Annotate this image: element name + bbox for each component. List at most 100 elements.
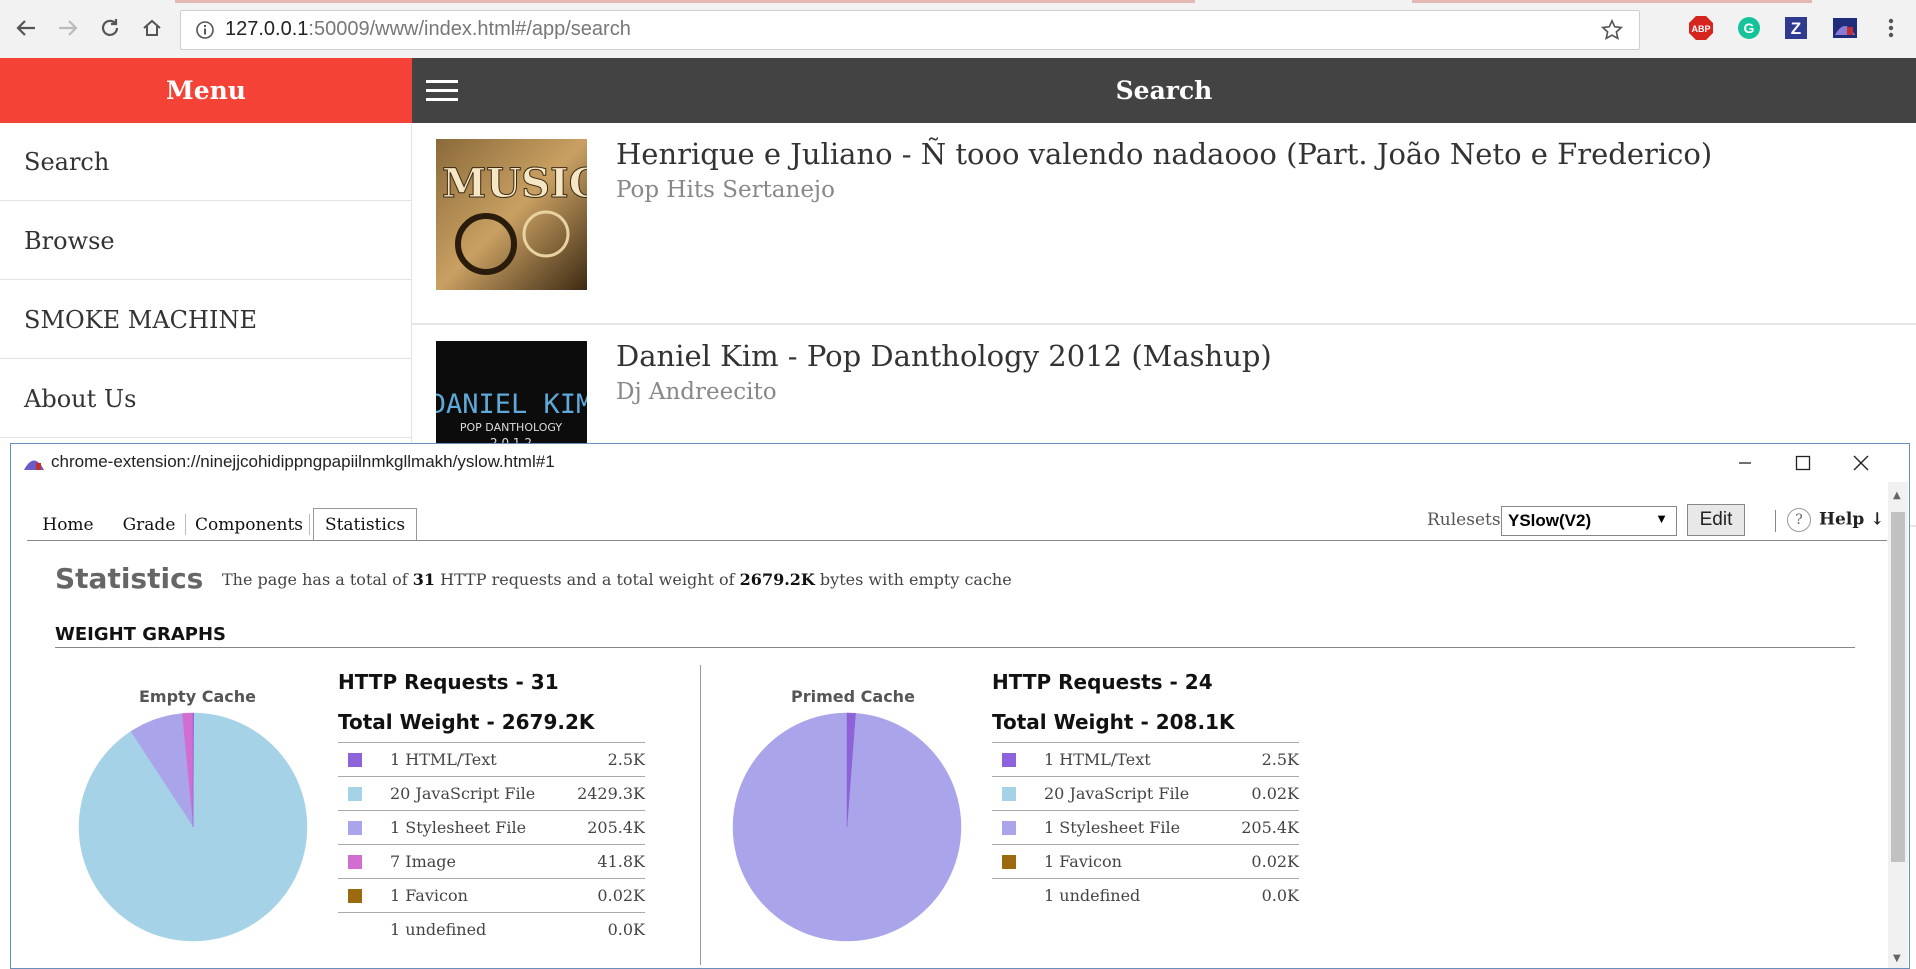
statistics-summary: The page has a total of 31 HTTP requests… — [222, 570, 1012, 589]
tab-grade[interactable]: Grade — [111, 508, 187, 541]
minimize-icon[interactable] — [1725, 448, 1765, 478]
ruleset-value: YSlow(V2) — [1508, 511, 1592, 530]
yslow-icon[interactable] — [1832, 15, 1858, 41]
close-icon[interactable] — [1841, 448, 1881, 478]
component-weight: 2.5K — [1261, 750, 1299, 769]
sidebar-item-about-us[interactable]: About Us — [0, 360, 411, 438]
menu-header: Menu — [0, 58, 412, 123]
component-label: 1 Stylesheet File — [1044, 818, 1181, 837]
reload-icon[interactable] — [96, 14, 124, 42]
legend-swatch — [348, 753, 362, 767]
back-icon[interactable] — [12, 14, 40, 42]
yslow-window: chrome-extension://ninejjcohidippngpapii… — [10, 443, 1910, 969]
legend-swatch — [1002, 855, 1016, 869]
window-titlebar[interactable]: chrome-extension://ninejjcohidippngpapii… — [11, 444, 1909, 482]
table-row: 1 Favicon 0.02K — [992, 844, 1299, 878]
bookmark-star-icon[interactable] — [1601, 19, 1623, 41]
help-icon: ? — [1787, 508, 1811, 532]
yslow-icon — [24, 460, 44, 470]
list-item[interactable]: MUSIC Henrique e Juliano - Ñ tooo valend… — [412, 123, 1916, 325]
primed-cache-weight: Total Weight - 208.1K — [992, 710, 1235, 734]
component-weight: 0.0K — [607, 920, 645, 939]
zotero-icon[interactable]: Z — [1783, 15, 1809, 41]
component-label: 1 undefined — [1044, 886, 1141, 905]
component-label: 20 JavaScript File — [1044, 784, 1190, 803]
legend-swatch — [348, 855, 362, 869]
empty-cache-requests: HTTP Requests - 31 — [338, 670, 559, 694]
scrollbar[interactable]: ▲ ▼ — [1888, 482, 1908, 968]
tab-divider — [27, 540, 1887, 541]
primed-cache-requests: HTTP Requests - 24 — [992, 670, 1213, 694]
result-subtitle: Pop Hits Sertanejo — [616, 177, 835, 203]
column-divider — [700, 665, 701, 965]
table-row: 1 Stylesheet File 205.4K — [338, 810, 645, 844]
help-link[interactable]: ? Help ↓ — [1787, 508, 1884, 532]
tab-components[interactable]: Components — [189, 508, 309, 541]
table-row: 1 undefined 0.0K — [992, 878, 1299, 912]
svg-text:ABP: ABP — [1691, 24, 1710, 34]
component-label: 1 undefined — [390, 920, 487, 939]
component-weight: 0.02K — [1251, 852, 1299, 871]
weight-graphs-title: WEIGHT GRAPHS — [55, 624, 227, 645]
url-host: 127.0.0.1 — [225, 18, 309, 40]
component-label: 7 Image — [390, 852, 457, 871]
adblock-plus-icon[interactable]: ABP — [1688, 15, 1714, 41]
component-weight: 0.02K — [597, 886, 645, 905]
result-subtitle: Dj Andreecito — [616, 379, 777, 405]
chrome-menu-icon[interactable] — [1878, 15, 1904, 41]
component-label: 1 Favicon — [390, 886, 468, 905]
empty-cache-weight: Total Weight - 2679.2K — [338, 710, 595, 734]
ruleset-select[interactable]: YSlow(V2) ▼ — [1501, 506, 1677, 536]
sidebar-item-search[interactable]: Search — [0, 123, 411, 201]
legend-swatch — [348, 787, 362, 801]
table-row: 20 JavaScript File 2429.3K — [338, 776, 645, 810]
legend-swatch — [348, 889, 362, 903]
sidebar: Search Browse SMOKE MACHINE About Us — [0, 123, 412, 443]
maximize-icon[interactable] — [1783, 448, 1823, 478]
component-weight: 205.4K — [1241, 818, 1299, 837]
component-weight: 0.02K — [1251, 784, 1299, 803]
url-text: 127.0.0.1:50009/www/index.html#/app/sear… — [225, 18, 631, 41]
browser-toolbar: 127.0.0.1:50009/www/index.html#/app/sear… — [0, 0, 1916, 59]
tab-strip-edge — [0, 0, 1916, 3]
empty-cache-pie — [78, 712, 308, 942]
tab-statistics[interactable]: Statistics — [313, 508, 417, 541]
sidebar-item-smoke-machine[interactable]: SMOKE MACHINE — [0, 281, 411, 359]
table-row: 1 HTML/Text 2.5K — [992, 742, 1299, 776]
svg-text:MUSIC: MUSIC — [442, 160, 587, 207]
tab-home[interactable]: Home — [27, 508, 109, 541]
table-row: 20 JavaScript File 0.02K — [992, 776, 1299, 810]
edit-button[interactable]: Edit — [1687, 504, 1745, 536]
component-weight: 41.8K — [597, 852, 645, 871]
svg-text:G: G — [1744, 20, 1755, 36]
component-label: 1 HTML/Text — [1044, 750, 1151, 769]
legend-swatch — [1002, 753, 1016, 767]
svg-text:POP DANTHOLOGY: POP DANTHOLOGY — [460, 421, 562, 434]
table-row: 7 Image 41.8K — [338, 844, 645, 878]
forward-icon[interactable] — [54, 14, 82, 42]
result-title: Henrique e Juliano - Ñ tooo valendo nada… — [616, 137, 1713, 171]
component-label: 1 HTML/Text — [390, 750, 497, 769]
svg-text:Z: Z — [1791, 19, 1801, 38]
legend-swatch — [1002, 821, 1016, 835]
page-header: Search — [412, 58, 1916, 123]
result-title: Daniel Kim - Pop Danthology 2012 (Mashup… — [616, 339, 1272, 373]
table-row: 1 HTML/Text 2.5K — [338, 742, 645, 776]
primed-cache-pie — [732, 712, 962, 942]
legend-swatch — [1002, 787, 1016, 801]
home-icon[interactable] — [138, 14, 166, 42]
address-bar[interactable]: 127.0.0.1:50009/www/index.html#/app/sear… — [180, 10, 1640, 50]
statistics-title: Statistics — [55, 562, 204, 595]
primed-cache-table: 1 HTML/Text 2.5K 20 JavaScript File 0.02K 1 … — [992, 742, 1299, 912]
section-divider — [55, 647, 1855, 648]
primed-cache-caption: Primed Cache — [791, 687, 915, 706]
info-icon[interactable] — [195, 20, 215, 40]
window-title: chrome-extension://ninejjcohidippngpapii… — [51, 452, 555, 471]
scrollbar-thumb[interactable] — [1891, 512, 1905, 862]
page-title: Search — [1115, 76, 1213, 105]
sidebar-item-browse[interactable]: Browse — [0, 202, 411, 280]
grammarly-icon[interactable]: G — [1736, 15, 1762, 41]
component-label: 1 Favicon — [1044, 852, 1122, 871]
component-weight: 0.0K — [1261, 886, 1299, 905]
legend-swatch — [348, 821, 362, 835]
